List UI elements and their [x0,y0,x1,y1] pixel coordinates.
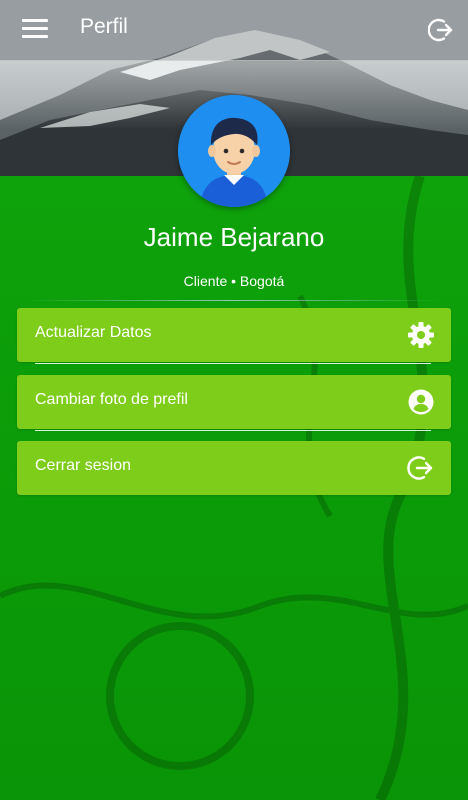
card-underline [35,430,431,431]
logout-button[interactable]: Cerrar sesion [17,441,451,495]
change-photo-label: Cambiar foto de prefil [35,391,188,408]
gear-icon [407,321,435,349]
update-data-label: Actualizar Datos [35,324,152,341]
logout-icon[interactable] [427,17,454,43]
logout-label: Cerrar sesion [35,457,132,474]
app-bar: Perfil [0,0,468,61]
hamburger-menu-icon[interactable] [22,19,48,41]
user-avatar-icon [178,95,290,207]
page-title: Perfil [80,15,128,38]
avatar[interactable] [178,95,290,207]
profile-name: Jaime Bejarano [143,222,325,252]
card-underline [35,363,431,364]
update-data-button[interactable]: Actualizar Datos [17,308,451,364]
profile-subtitle: Cliente • Bogotá [183,273,285,289]
logout-icon [407,454,435,482]
change-photo-button[interactable]: Cambiar foto de prefil [17,375,451,431]
divider [24,300,444,301]
account-circle-icon [407,388,435,416]
